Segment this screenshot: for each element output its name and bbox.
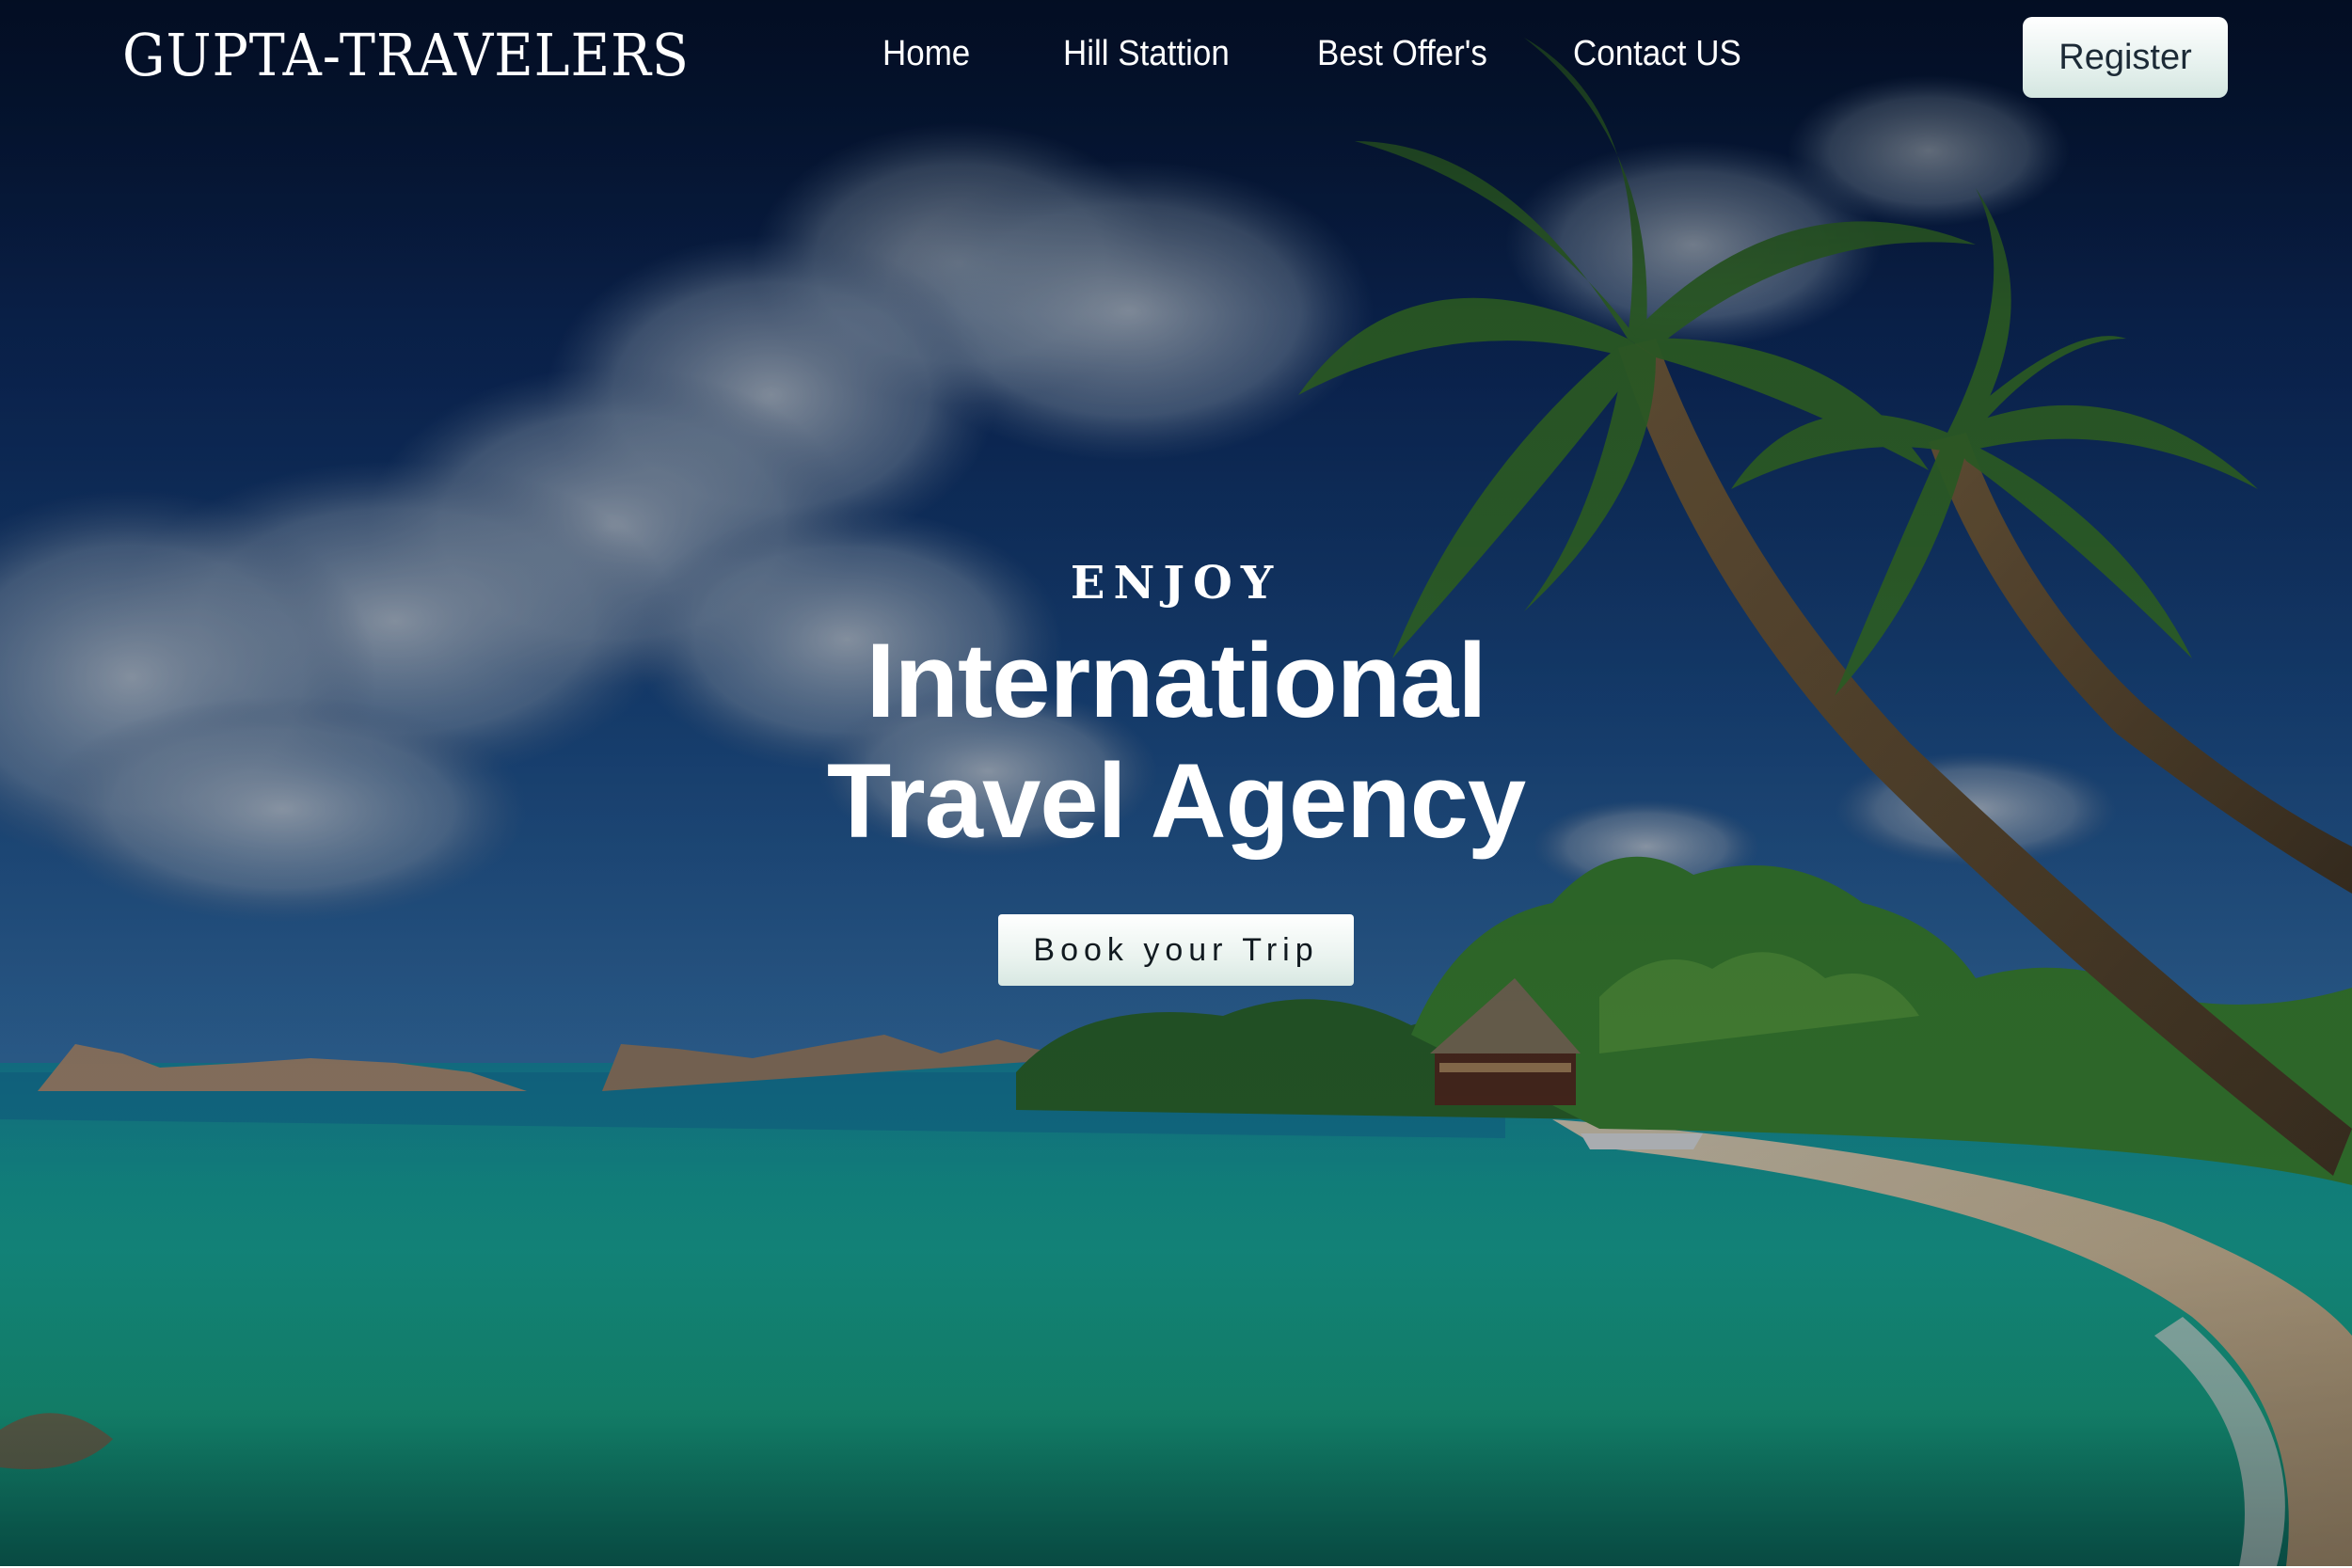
nav-link-home[interactable]: Home	[882, 34, 970, 74]
nav-link-best-offers[interactable]: Best Offer's	[1317, 34, 1487, 74]
hero-section: GUPTA-TRAVELERS Home Hill Stattion Best …	[0, 0, 2352, 1566]
hero-eyebrow: ENJOY	[1070, 557, 1282, 610]
register-button[interactable]: Register	[2023, 17, 2228, 98]
nav-link-contact-us[interactable]: Contact US	[1573, 34, 1741, 74]
hero-headline: International Travel Agency	[826, 622, 1526, 860]
hero-content: ENJOY International Travel Agency	[0, 555, 2352, 862]
book-trip-button[interactable]: Book your Trip	[998, 914, 1354, 986]
nav-link-hill-station[interactable]: Hill Stattion	[1063, 34, 1230, 74]
main-nav: Home Hill Stattion Best Offer's Contact …	[0, 34, 2352, 90]
